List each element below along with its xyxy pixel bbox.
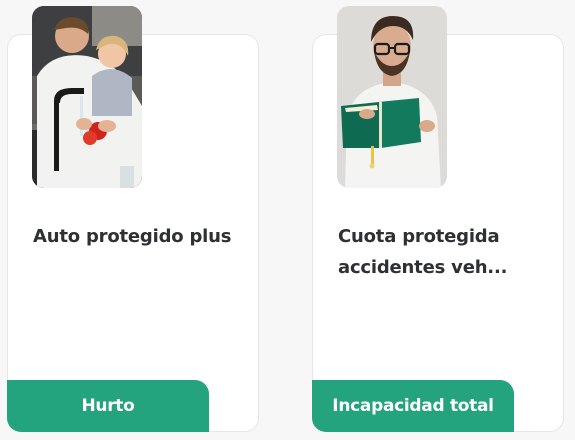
coverage-tag-button[interactable]: Incapacidad total (312, 380, 514, 432)
product-card[interactable]: Cuota protegida accidentes veh... Incapa… (312, 6, 564, 432)
product-title: Auto protegido plus (33, 226, 232, 247)
product-photo-family-kitchen (32, 6, 142, 188)
product-photo-man-reading (337, 6, 447, 188)
product-carousel: Auto protegido plus Hurto Cuota protegid… (0, 0, 575, 440)
product-card[interactable]: Auto protegido plus Hurto (7, 6, 259, 432)
product-title: Cuota protegida accidentes veh... (338, 226, 508, 278)
coverage-tag-button[interactable]: Hurto (7, 380, 209, 432)
